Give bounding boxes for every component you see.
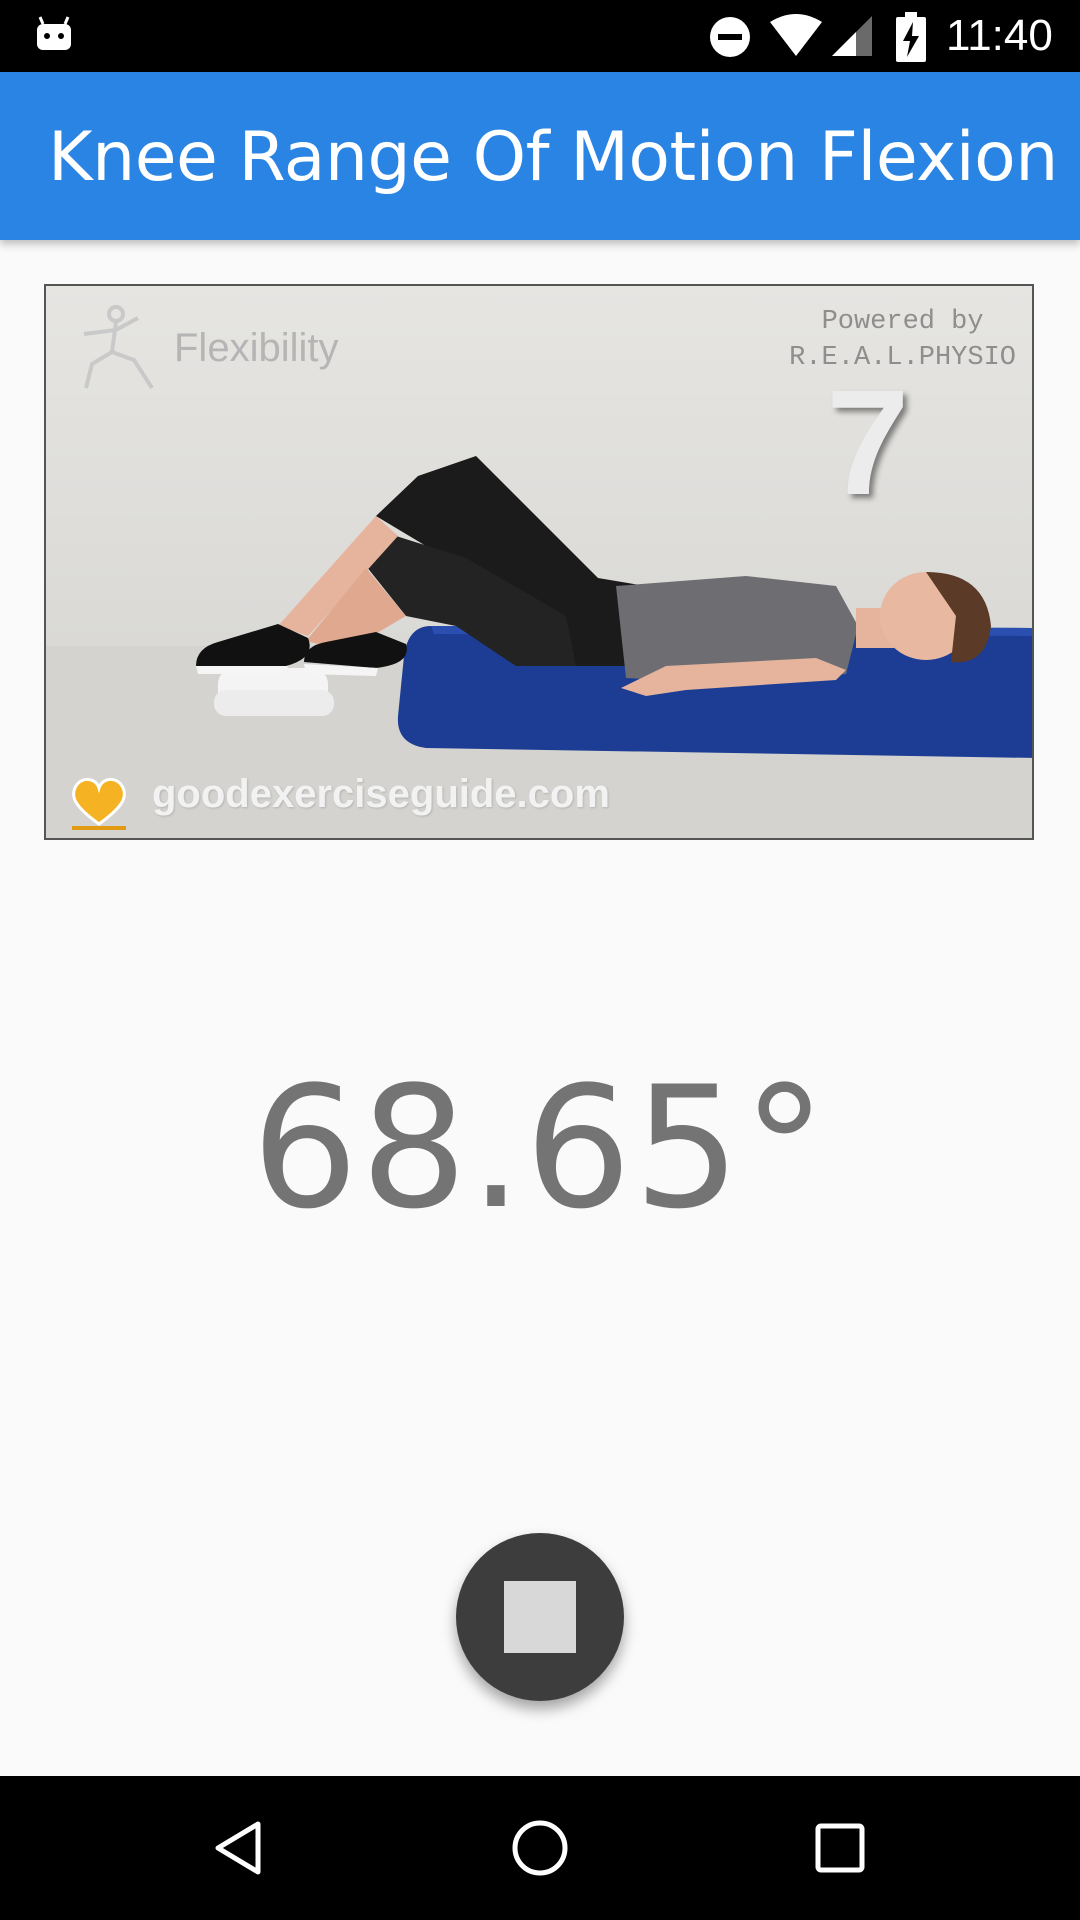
exercise-category: Flexibility (174, 326, 339, 370)
back-icon[interactable] (208, 1816, 272, 1880)
heart-icon (72, 778, 126, 830)
angle-reading: 68.65° (251, 1050, 829, 1246)
website-watermark: goodexerciseguide.com (152, 772, 610, 816)
android-icon (37, 16, 71, 50)
recents-icon[interactable] (808, 1816, 872, 1880)
powered-by-line1: Powered by (821, 307, 984, 337)
app-bar: Knee Range Of Motion Flexion (0, 72, 1080, 240)
status-bar: 11:40 (0, 0, 1080, 72)
figure-icon (83, 305, 154, 390)
page-title: Knee Range Of Motion Flexion (48, 118, 1058, 197)
battery-charging-icon (896, 12, 926, 62)
wifi-icon (770, 14, 822, 56)
home-icon[interactable] (508, 1816, 572, 1880)
cell-signal-icon (832, 16, 872, 56)
stop-button[interactable] (456, 1533, 624, 1701)
clock: 11:40 (946, 11, 1053, 60)
exercise-number: 7 (826, 358, 910, 526)
do-not-disturb-icon (710, 17, 750, 57)
exercise-image: Flexibility Powered by R.E.A.L.PHYSIO 7 … (44, 284, 1034, 840)
stop-icon (504, 1581, 576, 1653)
navigation-bar (0, 1776, 1080, 1920)
